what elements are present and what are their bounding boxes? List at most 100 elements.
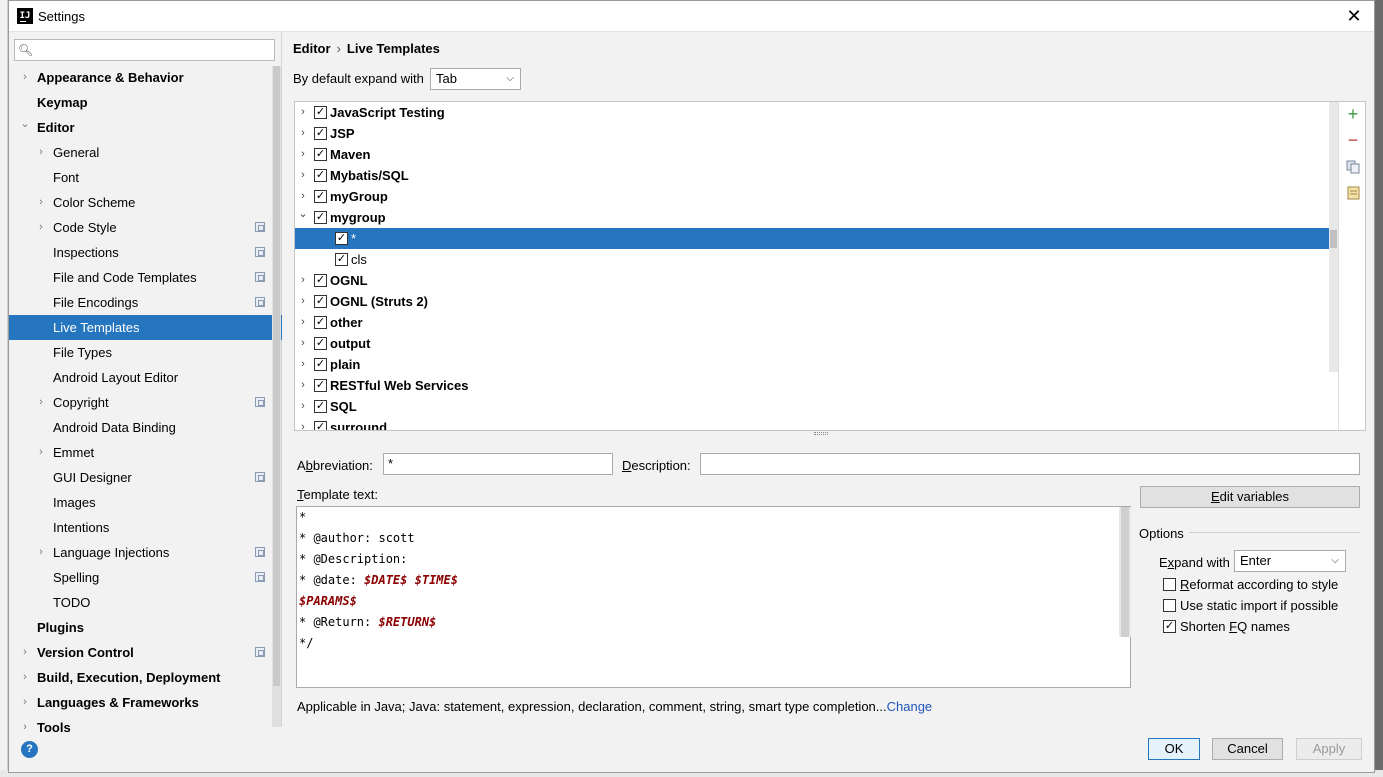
add-icon[interactable]: + <box>1345 105 1361 123</box>
panel-splitter-handle[interactable] <box>814 432 828 435</box>
remove-icon[interactable]: − <box>1345 131 1361 149</box>
template-group-row[interactable]: › ✓ Maven <box>295 144 1338 165</box>
template-checkbox[interactable]: ✓ <box>335 253 348 266</box>
sidebar-item-intentions[interactable]: Intentions <box>9 515 271 540</box>
chevron-right-icon[interactable]: › <box>298 333 308 354</box>
chevron-right-icon[interactable]: › <box>298 102 308 123</box>
shorten-fq-checkbox[interactable]: ✓ <box>1163 620 1176 633</box>
template-checkbox[interactable]: ✓ <box>314 169 327 182</box>
templates-scrollbar[interactable] <box>1329 102 1338 372</box>
sidebar-item-inspections[interactable]: Inspections <box>9 240 271 265</box>
template-group-row[interactable]: › ✓ OGNL (Struts 2) <box>295 291 1338 312</box>
restore-icon[interactable] <box>1345 186 1361 202</box>
template-group-row[interactable]: › ✓ SQL <box>295 396 1338 417</box>
template-checkbox[interactable]: ✓ <box>314 358 327 371</box>
sidebar-item-plugins[interactable]: Plugins <box>9 615 271 640</box>
template-checkbox[interactable]: ✓ <box>314 148 327 161</box>
template-checkbox[interactable]: ✓ <box>314 421 327 430</box>
chevron-right-icon[interactable]: › <box>36 390 46 415</box>
sidebar-item-copyright[interactable]: › Copyright <box>9 390 271 415</box>
template-group-row[interactable]: › ✓ surround <box>295 417 1338 430</box>
sidebar-item-appearance-behavior[interactable]: › Appearance & Behavior <box>9 65 271 90</box>
chevron-right-icon[interactable]: › <box>20 690 30 715</box>
template-group-row[interactable]: › ✓ JavaScript Testing <box>295 102 1338 123</box>
sidebar-item-gui-designer[interactable]: GUI Designer <box>9 465 271 490</box>
close-icon[interactable]: ✕ <box>1344 6 1364 26</box>
chevron-down-icon[interactable]: ⌄ <box>298 204 308 225</box>
template-checkbox[interactable]: ✓ <box>314 295 327 308</box>
chevron-right-icon[interactable]: › <box>36 215 46 240</box>
chevron-right-icon[interactable]: › <box>20 715 30 740</box>
chevron-down-icon[interactable]: ⌄ <box>20 112 30 137</box>
sidebar-item-android-layout-editor[interactable]: Android Layout Editor <box>9 365 271 390</box>
change-context-link[interactable]: Change <box>887 699 933 714</box>
sidebar-item-file-types[interactable]: File Types <box>9 340 271 365</box>
sidebar-scrollbar-thumb[interactable] <box>273 66 280 686</box>
default-expand-select[interactable]: Tab ⌵ <box>430 68 521 90</box>
static-import-checkbox[interactable] <box>1163 599 1176 612</box>
chevron-right-icon[interactable]: › <box>298 123 308 144</box>
sidebar-item-file-encodings[interactable]: File Encodings <box>9 290 271 315</box>
template-checkbox[interactable]: ✓ <box>314 337 327 350</box>
sidebar-item-todo[interactable]: TODO <box>9 590 271 615</box>
template-group-row[interactable]: › ✓ plain <box>295 354 1338 375</box>
template-checkbox[interactable]: ✓ <box>314 106 327 119</box>
abbreviation-input[interactable]: * <box>383 453 613 475</box>
template-group-row[interactable]: › ✓ Mybatis/SQL <box>295 165 1338 186</box>
chevron-right-icon[interactable]: › <box>20 65 30 90</box>
expand-with-select[interactable]: Enter ⌵ <box>1234 550 1346 572</box>
sidebar-item-live-templates[interactable]: Live Templates <box>9 315 282 340</box>
template-group-row[interactable]: › ✓ other <box>295 312 1338 333</box>
sidebar-item-emmet[interactable]: › Emmet <box>9 440 271 465</box>
sidebar-item-font[interactable]: Font <box>9 165 271 190</box>
template-row[interactable]: ✓ cls <box>295 249 1338 270</box>
sidebar-item-spelling[interactable]: Spelling <box>9 565 271 590</box>
chevron-right-icon[interactable]: › <box>36 540 46 565</box>
chevron-right-icon[interactable]: › <box>20 665 30 690</box>
sidebar-item-editor[interactable]: ⌄ Editor <box>9 115 271 140</box>
cancel-button[interactable]: Cancel <box>1212 738 1283 760</box>
chevron-right-icon[interactable]: › <box>298 417 308 430</box>
template-group-row[interactable]: › ✓ myGroup <box>295 186 1338 207</box>
template-group-row[interactable]: › ✓ OGNL <box>295 270 1338 291</box>
template-checkbox[interactable]: ✓ <box>335 232 348 245</box>
template-checkbox[interactable]: ✓ <box>314 400 327 413</box>
sidebar-scrollbar[interactable] <box>272 66 281 727</box>
apply-button[interactable]: Apply <box>1296 738 1362 760</box>
ok-button[interactable]: OK <box>1148 738 1200 760</box>
reformat-checkbox[interactable] <box>1163 578 1176 591</box>
sidebar-item-android-data-binding[interactable]: Android Data Binding <box>9 415 271 440</box>
chevron-right-icon[interactable]: › <box>298 312 308 333</box>
sidebar-item-tools[interactable]: › Tools <box>9 715 271 740</box>
sidebar-item-general[interactable]: › General <box>9 140 271 165</box>
template-group-row[interactable]: ⌄ ✓ mygroup <box>295 207 1338 228</box>
chevron-right-icon[interactable]: › <box>298 165 308 186</box>
chevron-right-icon[interactable]: › <box>20 640 30 665</box>
template-group-row[interactable]: › ✓ output <box>295 333 1338 354</box>
sidebar-item-language-injections[interactable]: › Language Injections <box>9 540 271 565</box>
chevron-right-icon[interactable]: › <box>298 291 308 312</box>
chevron-right-icon[interactable]: › <box>298 270 308 291</box>
template-checkbox[interactable]: ✓ <box>314 127 327 140</box>
template-checkbox[interactable]: ✓ <box>314 190 327 203</box>
template-checkbox[interactable]: ✓ <box>314 274 327 287</box>
sidebar-item-images[interactable]: Images <box>9 490 271 515</box>
chevron-right-icon[interactable]: › <box>298 396 308 417</box>
editor-scrollbar[interactable] <box>1119 507 1131 637</box>
template-group-row[interactable]: › ✓ RESTful Web Services <box>295 375 1338 396</box>
template-group-row[interactable]: › ✓ JSP <box>295 123 1338 144</box>
chevron-right-icon[interactable]: › <box>298 144 308 165</box>
description-input[interactable] <box>700 453 1360 475</box>
template-row[interactable]: ✓ * <box>295 228 1338 249</box>
sidebar-item-file-and-code-templates[interactable]: File and Code Templates <box>9 265 271 290</box>
templates-scrollbar-thumb[interactable] <box>1330 230 1337 248</box>
copy-icon[interactable] <box>1345 160 1361 176</box>
sidebar-item-languages-frameworks[interactable]: › Languages & Frameworks <box>9 690 271 715</box>
template-checkbox[interactable]: ✓ <box>314 211 327 224</box>
chevron-right-icon[interactable]: › <box>298 375 308 396</box>
sidebar-item-version-control[interactable]: › Version Control <box>9 640 271 665</box>
help-button[interactable]: ? <box>21 741 38 758</box>
chevron-right-icon[interactable]: › <box>36 440 46 465</box>
editor-scrollbar-thumb[interactable] <box>1121 507 1129 637</box>
chevron-right-icon[interactable]: › <box>36 140 46 165</box>
